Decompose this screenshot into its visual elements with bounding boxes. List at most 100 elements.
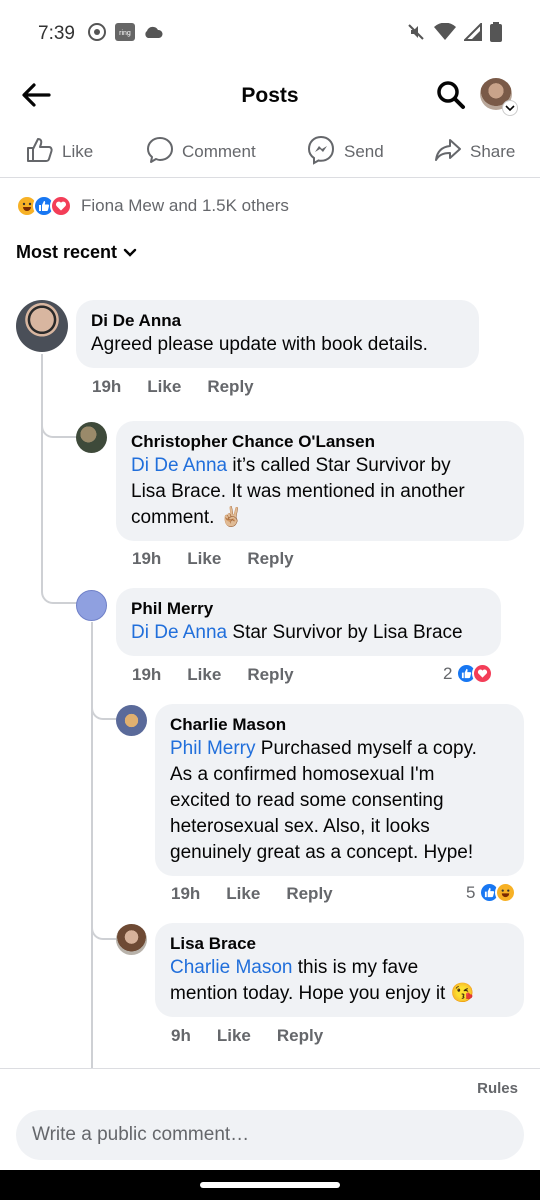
thread-connector (41, 540, 77, 604)
back-button[interactable] (18, 80, 54, 114)
comment-input[interactable]: Write a public comment… (16, 1110, 524, 1160)
post-action-bar: Like Comment Send Share (0, 128, 540, 178)
share-button[interactable]: Share (434, 134, 515, 170)
haha-reaction-icon (495, 882, 517, 903)
comment-meta: 19h Like Reply (92, 377, 280, 397)
comment-button[interactable]: Comment (146, 134, 256, 170)
avatar[interactable] (116, 705, 147, 736)
love-reaction-icon (472, 663, 494, 684)
comment-reply-button[interactable]: Reply (207, 377, 253, 397)
comment-bubble-icon (146, 136, 174, 169)
status-time: 7:39 (38, 23, 75, 44)
comment-time[interactable]: 19h (132, 549, 161, 569)
comment-author[interactable]: Lisa Brace (170, 933, 508, 955)
chevron-down-icon (123, 242, 137, 263)
app-header: Posts (0, 68, 540, 126)
wifi-icon (434, 22, 456, 46)
send-label: Send (344, 142, 384, 161)
chevron-down-icon (502, 100, 518, 116)
comment-reply-button[interactable]: Reply (277, 1026, 323, 1046)
comment-bubble: Christopher Chance O'Lansen Di De Anna i… (116, 421, 524, 541)
comment-label: Comment (182, 142, 256, 161)
svg-text:ring: ring (119, 30, 131, 37)
comment-bubble: Charlie Mason Phil Merry Purchased mysel… (155, 704, 524, 876)
comment-text: Agreed please update with book details. (91, 334, 428, 355)
back-arrow-icon (21, 82, 51, 113)
comment-bubble: Lisa Brace Charlie Mason this is my fave… (155, 923, 524, 1017)
comment-author[interactable]: Christopher Chance O'Lansen (131, 431, 508, 453)
thumbs-up-icon (26, 137, 54, 168)
comment-text: comment. ✌🏼 (131, 507, 244, 528)
cloud-icon (143, 25, 163, 44)
reaction-count: 5 (466, 882, 476, 902)
comment-author[interactable]: Di De Anna (91, 310, 463, 332)
search-icon (436, 80, 466, 115)
reaction-count: 2 (443, 663, 453, 683)
nfc-icon (87, 22, 107, 47)
comment-like-button[interactable]: Like (147, 377, 181, 397)
comment-like-button[interactable]: Like (217, 1026, 251, 1046)
comment-reply-button[interactable]: Reply (247, 549, 293, 569)
comment-text: excited to read some consenting (170, 790, 444, 811)
share-arrow-icon (434, 138, 462, 167)
avatar[interactable] (116, 924, 147, 955)
comment-time[interactable]: 19h (92, 377, 121, 397)
love-reaction-icon (50, 195, 72, 217)
avatar[interactable] (76, 422, 107, 453)
share-label: Share (470, 142, 516, 161)
comment-like-button[interactable]: Like (187, 549, 221, 569)
comment-time[interactable]: 19h (132, 665, 161, 685)
comment-text: genuinely great as a concept. Hype! (170, 842, 474, 863)
comment-mention[interactable]: Di De Anna (131, 622, 227, 643)
comment-mention[interactable]: Charlie Mason (170, 957, 293, 978)
comment-author[interactable]: Phil Merry (131, 598, 485, 620)
comment-reply-button[interactable]: Reply (247, 665, 293, 685)
comment-text: Purchased myself a copy. (260, 738, 477, 759)
sort-dropdown[interactable]: Most recent (16, 242, 137, 263)
like-button[interactable]: Like (26, 134, 93, 170)
reactions-summary-text: Fiona Mew and 1.5K others (81, 196, 289, 215)
comment-meta: 19h Like Reply (171, 884, 359, 904)
comment-bubble: Phil Merry Di De Anna Star Survivor by L… (116, 588, 501, 656)
comment-reaction-count[interactable]: 2 (443, 663, 494, 684)
avatar[interactable] (16, 300, 68, 352)
reactions-summary[interactable]: Fiona Mew and 1.5K others (16, 190, 289, 222)
comment-like-button[interactable]: Like (187, 665, 221, 685)
comment-mention[interactable]: Di De Anna (131, 455, 227, 476)
comment-like-button[interactable]: Like (226, 884, 260, 904)
comment-text: heterosexual sex. Also, it looks (170, 816, 430, 837)
signal-icon (462, 21, 482, 46)
home-gesture-handle[interactable] (200, 1182, 340, 1188)
comment-author[interactable]: Charlie Mason (170, 714, 508, 736)
comment-meta: 19h Like Reply (132, 665, 320, 685)
thread-connector (91, 650, 117, 720)
profile-menu-button[interactable] (480, 78, 518, 116)
mute-icon (406, 22, 426, 47)
comment-text: Star Survivor by Lisa Brace (232, 622, 463, 643)
comment-text: As a confirmed homosexual I'm (170, 764, 435, 785)
comment-text: mention today. Hope you enjoy it 😘 (170, 983, 475, 1004)
comment-reply-button[interactable]: Reply (286, 884, 332, 904)
comment-text: it’s called Star Survivor by (232, 455, 451, 476)
status-bar: 7:39 ring (0, 0, 540, 68)
system-nav-bar (0, 1170, 540, 1200)
avatar[interactable] (76, 590, 107, 621)
like-label: Like (62, 142, 94, 161)
comment-time[interactable]: 9h (171, 1026, 191, 1046)
comment-bubble: Di De Anna Agreed please update with boo… (76, 300, 479, 368)
send-button[interactable]: Send (306, 134, 384, 170)
thread-connector (91, 870, 117, 940)
comment-reaction-count[interactable]: 5 (466, 882, 517, 903)
comment-meta: 19h Like Reply (132, 549, 320, 569)
search-button[interactable] (434, 80, 468, 114)
battery-icon (490, 21, 502, 47)
thread-connector (41, 354, 77, 438)
comment-text: this is my fave (297, 957, 419, 978)
comment-time[interactable]: 19h (171, 884, 200, 904)
comment-meta: 9h Like Reply (171, 1026, 349, 1046)
comment-mention[interactable]: Phil Merry (170, 738, 256, 759)
sort-label: Most recent (16, 242, 118, 262)
rules-link[interactable]: Rules (477, 1080, 518, 1097)
ring-app-icon: ring (114, 22, 135, 46)
messenger-icon (306, 135, 336, 170)
